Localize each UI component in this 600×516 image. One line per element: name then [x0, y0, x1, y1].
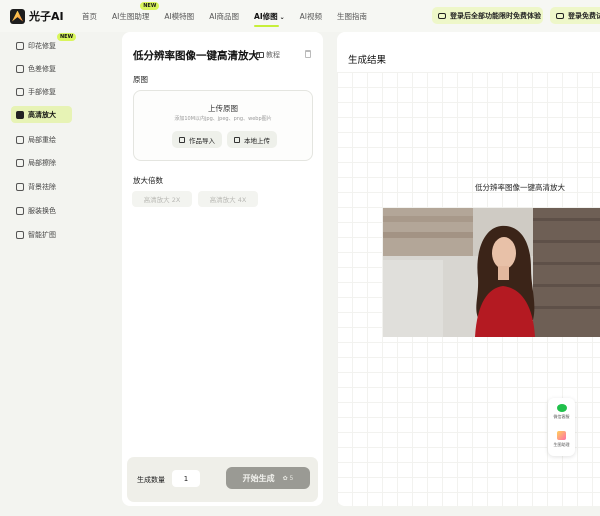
original-image-label: 原图	[133, 75, 148, 84]
logo-icon	[10, 8, 25, 24]
sidebar-item-clothes-recolor[interactable]: 服装换色	[11, 202, 72, 219]
main-nav: 首页 AI生图助理 NEW AI模特图 AI商品图 AI修图 ⌄ AI视频 生图指…	[82, 0, 382, 32]
upload-title: 上传原图	[208, 104, 238, 113]
sidebar-item-label: 手部修复	[28, 87, 56, 96]
logo[interactable]: 光子AI	[10, 8, 82, 24]
sidebar-item-hd-upscale[interactable]: 高清放大	[11, 106, 72, 123]
sidebar-item-label: 印花修复	[28, 41, 56, 50]
wechat-service-button[interactable]: 微信客服	[548, 404, 575, 420]
logo-text: 光子AI	[29, 10, 64, 23]
generate-bar: 生成数量 开始生成 ✿ 5	[127, 457, 318, 502]
hand-repair-icon	[16, 87, 24, 96]
credit-cost: ✿ 5	[282, 474, 294, 482]
new-badge: NEW	[140, 1, 160, 10]
nav-item-ai-product[interactable]: AI商品图	[209, 11, 239, 22]
tutorial-link[interactable]: 教程	[256, 50, 280, 60]
background-remove-icon	[16, 182, 24, 191]
sidebar-item-inpaint[interactable]: 局部重绘	[11, 131, 72, 148]
sidebar-item-print-repair[interactable]: 印花修复 NEW	[11, 33, 77, 54]
nav-item-label: AI生图助理	[112, 11, 150, 21]
sample-photo	[383, 208, 600, 337]
promo-text: 登录后全部功能限时免费体验	[450, 11, 541, 20]
scale-2x-button[interactable]: 高清放大 2X	[132, 191, 192, 207]
preview-caption: 低分辨率图像一键高清放大	[475, 183, 565, 192]
print-repair-icon	[16, 41, 24, 50]
hd-upscale-icon	[16, 110, 24, 119]
sidebar-item-label: 智能扩图	[28, 230, 56, 239]
download-icon	[179, 136, 185, 143]
sidebar-item-remove-bg[interactable]: 背景祛除	[11, 178, 72, 195]
import-works-button[interactable]: 作品导入	[172, 131, 222, 148]
top-nav-bar: 光子AI 首页 AI生图助理 NEW AI模特图 AI商品图 AI修图 ⌄ AI视…	[0, 0, 600, 32]
trash-icon[interactable]	[305, 50, 311, 58]
sidebar-item-label: 局部重绘	[28, 135, 56, 144]
sidebar-item-label: 局部擦除	[28, 158, 56, 167]
scale-4x-button[interactable]: 高清放大 4X	[198, 191, 258, 207]
result-title: 生成结果	[348, 55, 387, 66]
gen-assistant-label: 生图助理	[553, 442, 570, 447]
sidebar-item-hand-repair[interactable]: 手部修复	[11, 83, 72, 100]
sidebar-item-label: 服装换色	[28, 206, 56, 215]
quantity-input[interactable]	[172, 470, 200, 487]
expand-icon	[16, 230, 24, 239]
local-upload-label: 本地上传	[244, 136, 270, 145]
tutorial-label: 教程	[266, 51, 280, 59]
woman-portrait-image	[383, 208, 600, 337]
sidebar-item-expand[interactable]: 智能扩图	[11, 226, 72, 243]
gen-assistant-button[interactable]: 生图助理	[548, 431, 575, 448]
local-upload-button[interactable]: 本地上传	[227, 131, 277, 148]
eraser-icon	[16, 158, 24, 167]
nav-item-guide[interactable]: 生图指南	[337, 11, 367, 22]
color-repair-icon	[16, 64, 24, 73]
floating-help-widget: 微信客服 生图助理	[548, 398, 575, 456]
shirt-icon	[16, 206, 24, 215]
nav-item-home[interactable]: 首页	[82, 11, 97, 22]
import-works-label: 作品导入	[189, 136, 215, 145]
sidebar-item-color-repair[interactable]: 色差修复	[11, 60, 72, 77]
sidebar-item-erase[interactable]: 局部擦除	[11, 154, 72, 171]
nav-item-ai-video[interactable]: AI视频	[300, 11, 322, 22]
sidebar-item-label: 色差修复	[28, 64, 56, 73]
page-title: 低分辨率图像一键高清放大	[133, 50, 259, 62]
nav-item-ai-assistant[interactable]: AI生图助理 NEW	[112, 1, 160, 22]
nav-item-ai-retouch[interactable]: AI修图 ⌄	[254, 11, 285, 27]
login-icon	[556, 12, 564, 19]
login-label: 登录免费试	[568, 11, 600, 20]
generate-label: 开始生成	[242, 473, 275, 483]
book-icon	[256, 52, 264, 58]
upload-dropzone[interactable]: 上传原图 添加10M以内jpg、jpeg、png、webp图片 作品导入 本地上…	[133, 90, 313, 161]
chevron-down-icon: ⌄	[279, 13, 285, 21]
sidebar-item-label: 高清放大	[28, 110, 56, 119]
gift-icon	[438, 12, 446, 19]
tool-sidebar: 印花修复 NEW 色差修复 手部修复 高清放大 局部重绘 局部擦除 背景祛除 服…	[0, 32, 78, 516]
quantity-label: 生成数量	[137, 476, 165, 484]
start-generate-button[interactable]: 开始生成 ✿ 5	[226, 467, 310, 489]
login-button[interactable]: 登录免费试	[550, 7, 600, 24]
nav-item-label: AI修图	[254, 11, 278, 21]
wechat-service-label: 微信客服	[553, 414, 570, 419]
upload-hint: 添加10M以内jpg、jpeg、png、webp图片	[174, 116, 272, 122]
settings-panel: 低分辨率图像一键高清放大 教程 原图 上传原图 添加10M以内jpg、jpeg、…	[122, 32, 323, 506]
scale-label: 放大倍数	[133, 176, 163, 185]
new-badge: NEW	[57, 33, 77, 41]
cost-value: 5	[289, 474, 294, 482]
nav-item-ai-model[interactable]: AI模特图	[164, 11, 194, 22]
promo-banner-button[interactable]: 登录后全部功能限时免费体验	[432, 7, 543, 24]
assistant-icon	[557, 431, 566, 440]
magic-wand-icon	[16, 135, 24, 144]
sidebar-item-label: 背景祛除	[28, 182, 56, 191]
file-icon	[234, 136, 240, 143]
wechat-icon	[556, 404, 567, 412]
